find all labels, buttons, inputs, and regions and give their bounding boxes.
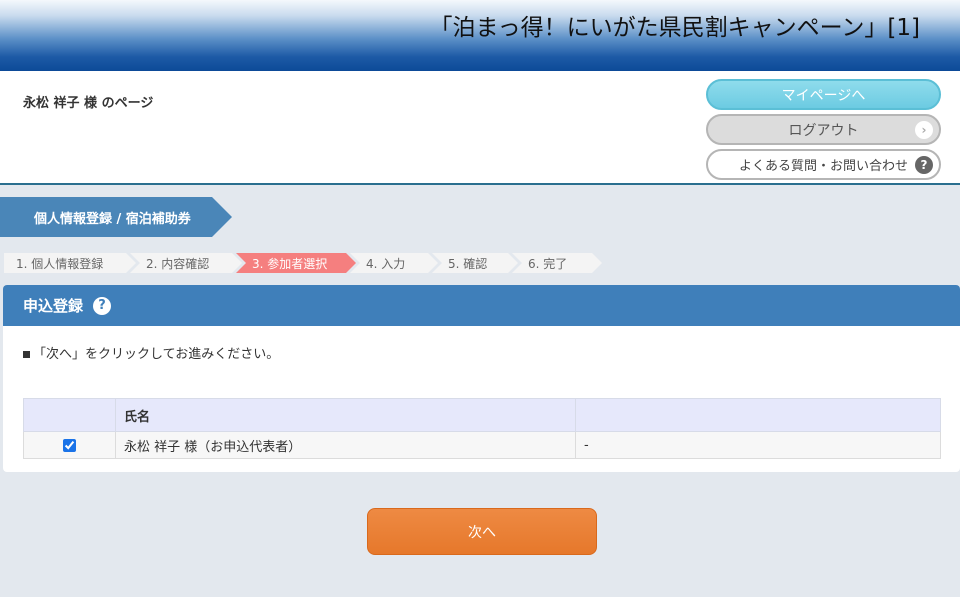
step-label: 1. 個人情報登録	[16, 256, 104, 271]
header-banner: 「泊まっ得！にいがた県民割キャンペーン」[1]	[0, 0, 960, 71]
user-name: 永松 祥子 様 のページ	[23, 96, 154, 111]
help-icon[interactable]: ?	[93, 296, 112, 315]
faq-button[interactable]: よくある質問・お問い合わせ ?	[706, 149, 941, 180]
participants-table: 氏名 永松 祥子 様（お申込代表者） -	[23, 398, 941, 459]
step-2: 2. 内容確認	[130, 253, 242, 273]
card-header: 申込登録 ?	[3, 285, 960, 326]
step-label: 6. 完了	[528, 256, 568, 271]
step-label: 5. 確認	[448, 256, 488, 271]
table-row: 永松 祥子 様（お申込代表者） -	[23, 431, 941, 459]
question-icon: ?	[915, 156, 933, 174]
bullet-icon	[23, 351, 30, 358]
step-5: 5. 確認	[432, 253, 518, 273]
step-3: 3. 参加者選択	[236, 253, 356, 273]
next-button-label: 次へ	[468, 524, 496, 541]
mypage-button-label: マイページへ	[781, 87, 866, 104]
instruction-label: 「次へ」をクリックしてお進みください。	[33, 347, 280, 362]
section-tab-label: 個人情報登録 / 宿泊補助券	[34, 212, 191, 227]
participant-checkbox[interactable]	[63, 438, 76, 452]
mypage-button[interactable]: マイページへ	[706, 79, 941, 110]
column-header-select	[23, 398, 116, 432]
step-label: 2. 内容確認	[146, 256, 210, 271]
column-header-name: 氏名	[115, 398, 576, 432]
row-select-cell	[23, 431, 116, 459]
faq-button-label: よくある質問・お問い合わせ	[738, 159, 908, 174]
card-title: 申込登録	[23, 297, 84, 315]
section-tab: 個人情報登録 / 宿泊補助券	[0, 197, 232, 237]
logout-button-label: ログアウト	[788, 122, 859, 139]
step-1: 1. 個人情報登録	[4, 253, 136, 273]
chevron-right-icon: ›	[915, 121, 933, 139]
step-6: 6. 完了	[512, 253, 602, 273]
user-bar: 永松 祥子 様 のページ マイページへ ログアウト › よくある質問・お問い合わ…	[0, 71, 960, 185]
application-card: 申込登録 ? 「次へ」をクリックしてお進みください。 氏名 永松 祥子 様（お申…	[3, 285, 960, 472]
column-header-extra	[575, 398, 941, 432]
next-button[interactable]: 次へ	[367, 508, 597, 555]
instruction-text: 「次へ」をクリックしてお進みください。	[23, 343, 279, 362]
page-title: 「泊まっ得！にいがた県民割キャンペーン」[1]	[429, 15, 920, 41]
step-label: 3. 参加者選択	[252, 256, 328, 271]
step-label: 4. 入力	[366, 256, 406, 271]
table-header-row: 氏名	[23, 398, 941, 432]
participant-extra: -	[575, 431, 941, 459]
step-4: 4. 入力	[350, 253, 438, 273]
logout-button[interactable]: ログアウト ›	[706, 114, 941, 145]
participant-name: 永松 祥子 様（お申込代表者）	[115, 431, 576, 459]
